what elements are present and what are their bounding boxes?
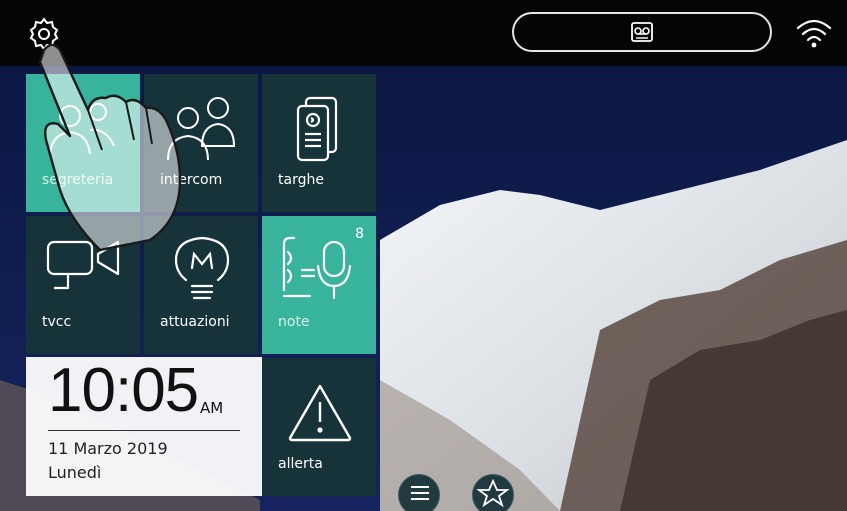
lightbulb-icon — [174, 236, 230, 300]
clock-date: 11 Marzo 2019 — [48, 439, 168, 458]
list-icon — [411, 486, 429, 500]
tile-targhe[interactable]: targhe — [262, 74, 376, 212]
tile-label: allerta — [278, 456, 323, 472]
clock-day: Lunedì — [48, 463, 102, 482]
clock-divider — [48, 430, 240, 431]
contacts-icon — [49, 103, 115, 155]
voicemail-icon — [631, 22, 653, 42]
star-icon — [476, 479, 510, 508]
clock-ampm: AM — [200, 399, 224, 417]
tile-attuazioni[interactable]: attuazioni — [144, 216, 258, 354]
home-screen: segreteria intercom targhe tvcc attuazio… — [0, 0, 847, 511]
tile-tvcc[interactable]: tvcc — [26, 216, 140, 354]
tile-intercom[interactable]: intercom — [144, 74, 258, 212]
voice-note-icon — [282, 236, 352, 300]
camera-icon — [46, 240, 120, 290]
tile-label: segreteria — [42, 172, 114, 188]
intercom-icon — [167, 97, 236, 161]
tile-note[interactable]: 8 note — [262, 216, 376, 354]
tile-segreteria[interactable]: segreteria — [26, 74, 140, 212]
gear-icon[interactable] — [24, 14, 64, 54]
tile-label: note — [278, 314, 310, 330]
wifi-icon — [796, 19, 832, 48]
favorites-button[interactable] — [472, 474, 514, 511]
door-panel-icon — [296, 96, 338, 162]
list-button[interactable] — [398, 474, 440, 511]
tile-label: attuazioni — [160, 314, 230, 330]
tile-label: tvcc — [42, 314, 72, 330]
warning-icon — [288, 384, 352, 442]
clock-time: 10:05 — [48, 356, 199, 425]
tile-label: targhe — [278, 172, 324, 188]
voicemail-status-button[interactable] — [512, 12, 772, 52]
top-bar — [0, 0, 847, 66]
tile-label: intercom — [160, 172, 223, 188]
clock-widget: 10:05 AM 11 Marzo 2019 Lunedì — [26, 356, 262, 496]
tile-allerta[interactable]: allerta — [262, 358, 376, 496]
